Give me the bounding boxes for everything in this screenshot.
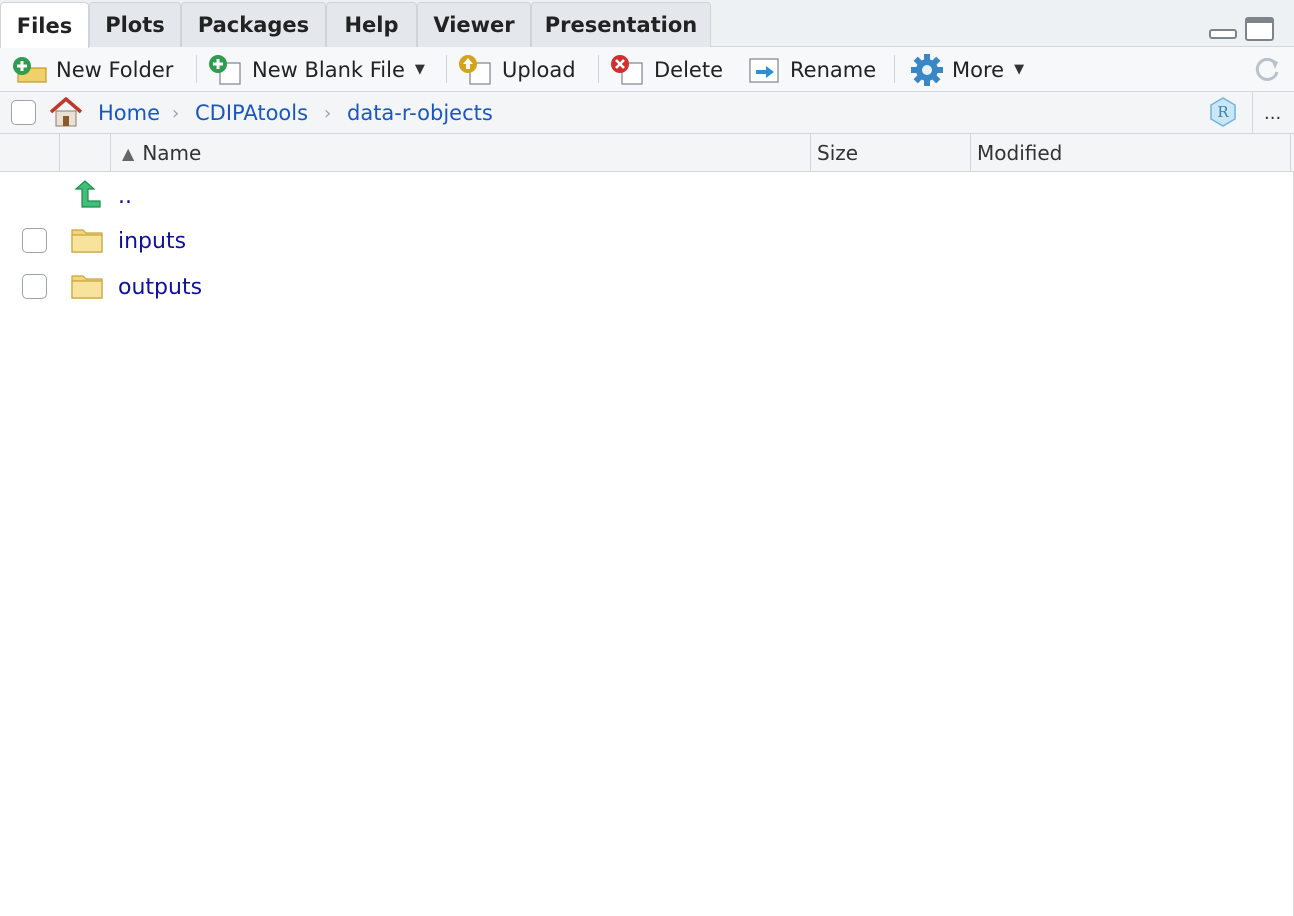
rename-button[interactable]: Rename <box>748 47 876 92</box>
files-toolbar: New Folder New Blank File ▼ Upload Delet… <box>0 47 1294 92</box>
tab-files[interactable]: Files <box>0 2 89 48</box>
select-all-checkbox[interactable] <box>11 100 36 125</box>
column-type <box>60 134 111 172</box>
gear-icon <box>911 53 943 86</box>
toolbar-separator <box>894 55 895 83</box>
home-icon[interactable] <box>48 96 84 128</box>
file-name-link[interactable]: outputs <box>118 264 202 310</box>
rename-icon <box>749 57 779 83</box>
column-checkbox <box>0 134 60 172</box>
column-size[interactable]: Size <box>811 134 971 172</box>
chevron-down-icon: ▼ <box>414 62 425 77</box>
breadcrumb: Home › CDIPAtools › data-r-objects R ... <box>0 92 1294 134</box>
svg-text:R: R <box>1217 103 1229 121</box>
toolbar-separator <box>598 55 599 83</box>
upload-button[interactable]: Upload <box>458 47 576 92</box>
tab-help[interactable]: Help <box>326 2 417 47</box>
column-size-label: Size <box>817 141 859 165</box>
new-blank-file-label: New Blank File <box>252 57 405 82</box>
chevron-right-icon: › <box>324 102 332 124</box>
tab-viewer[interactable]: Viewer <box>417 2 531 47</box>
upload-label: Upload <box>502 57 576 82</box>
new-folder-icon <box>13 56 47 83</box>
tab-packages[interactable]: Packages <box>181 2 326 47</box>
toolbar-separator <box>446 55 447 83</box>
overflow-menu-button[interactable]: ... <box>1264 92 1281 134</box>
upload-icon <box>459 54 491 85</box>
breadcrumb-home[interactable]: Home <box>98 92 160 134</box>
more-label: More <box>952 57 1005 82</box>
files-pane: Files Plots Packages Help Viewer Present… <box>0 0 1294 916</box>
column-modified-label: Modified <box>977 141 1063 165</box>
tab-presentation[interactable]: Presentation <box>531 2 711 47</box>
column-name-label: Name <box>142 141 202 165</box>
r-project-icon[interactable]: R <box>1207 96 1239 128</box>
chevron-right-icon: › <box>172 102 180 124</box>
tab-plots[interactable]: Plots <box>89 2 181 47</box>
folder-icon <box>71 275 103 299</box>
delete-label: Delete <box>654 57 723 82</box>
overflow-separator <box>1252 92 1253 134</box>
column-name[interactable]: ▲ Name <box>111 134 811 172</box>
new-blank-file-button[interactable]: New Blank File ▼ <box>208 47 425 92</box>
row-checkbox[interactable] <box>22 228 47 253</box>
new-file-icon <box>209 54 241 85</box>
breadcrumb-data-r-objects[interactable]: data-r-objects <box>347 92 493 134</box>
rename-label: Rename <box>790 57 877 82</box>
refresh-icon[interactable] <box>1252 55 1282 85</box>
file-list-header: ▲ Name Size Modified <box>0 134 1294 172</box>
delete-icon <box>611 54 643 85</box>
tab-bar: Files Plots Packages Help Viewer Present… <box>0 0 1294 48</box>
delete-button[interactable]: Delete <box>610 47 723 92</box>
file-name-link[interactable]: inputs <box>118 218 186 264</box>
chevron-down-icon: ▼ <box>1014 62 1025 77</box>
row-checkbox[interactable] <box>22 274 47 299</box>
table-row[interactable]: outputs <box>0 264 1294 310</box>
file-name-link[interactable]: .. <box>118 173 132 219</box>
column-modified[interactable]: Modified <box>971 134 1291 172</box>
breadcrumb-cdipatools[interactable]: CDIPAtools <box>195 92 308 134</box>
new-folder-label: New Folder <box>56 57 174 82</box>
table-row[interactable]: .. <box>0 173 1294 219</box>
minimize-icon[interactable] <box>1208 16 1238 42</box>
more-button[interactable]: More ▼ <box>910 47 1024 92</box>
toolbar-separator <box>196 55 197 83</box>
up-arrow-icon <box>74 180 101 208</box>
table-row[interactable]: inputs <box>0 218 1294 264</box>
new-folder-button[interactable]: New Folder <box>12 47 173 92</box>
folder-icon <box>71 229 103 253</box>
sort-ascending-icon: ▲ <box>122 143 135 163</box>
maximize-icon[interactable] <box>1244 16 1276 42</box>
